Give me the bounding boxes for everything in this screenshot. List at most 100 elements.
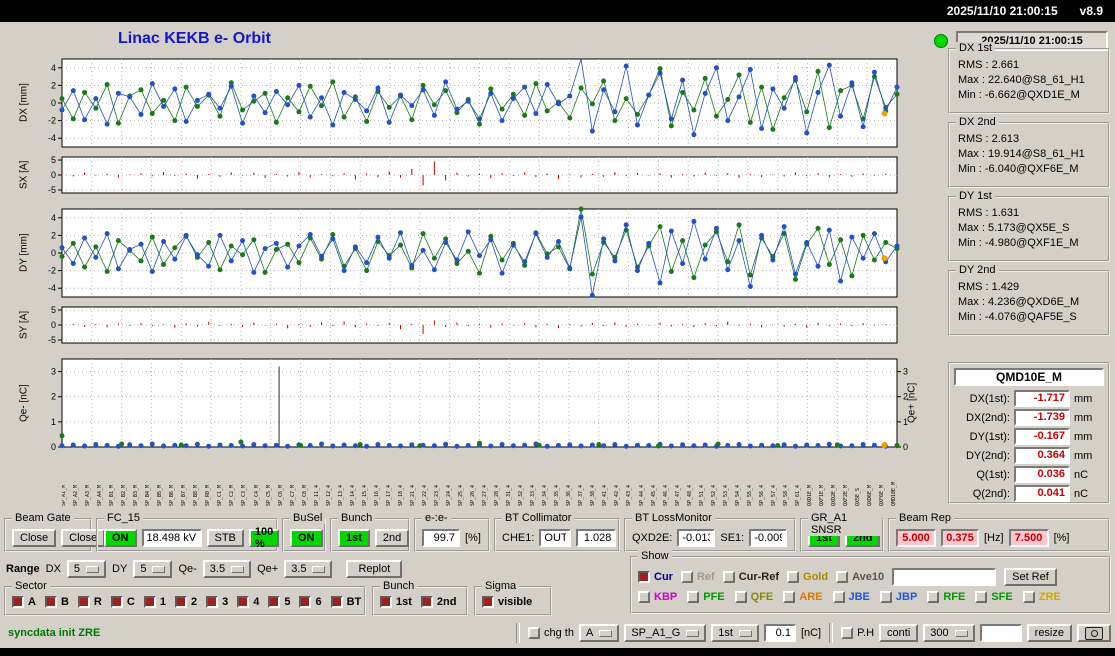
sector-b-checkbox[interactable]: [44, 596, 57, 608]
show-jbp-checkbox[interactable]: [879, 591, 892, 603]
show-cur-ref-checkbox[interactable]: [722, 571, 735, 583]
beam-rep-field-1[interactable]: [896, 529, 936, 547]
range-dy-dropdown[interactable]: 5: [133, 560, 173, 578]
fc15-kv-field[interactable]: [141, 529, 202, 547]
show-gold[interactable]: Gold: [787, 571, 828, 583]
show-qfe[interactable]: QFE: [734, 591, 773, 603]
show-gold-checkbox[interactable]: [787, 571, 800, 583]
show-zre-checkbox[interactable]: [1022, 591, 1035, 603]
extra-field[interactable]: [979, 624, 1022, 642]
sector-c-checkbox[interactable]: [110, 596, 123, 608]
sector-5[interactable]: 5: [268, 596, 290, 608]
sector-2[interactable]: 2: [174, 596, 197, 608]
sector-6-checkbox[interactable]: [299, 596, 312, 608]
threshold-field[interactable]: [763, 624, 796, 642]
sector-c[interactable]: C: [110, 596, 135, 608]
sector-b[interactable]: B: [44, 596, 69, 608]
range-dx-dropdown[interactable]: 5: [66, 560, 107, 578]
fc15-group: FC_15 ON STB 100 %: [96, 512, 280, 552]
monitor-select-dropdown[interactable]: SP_A1_G: [624, 624, 707, 642]
bunch-select-dropdown[interactable]: 1st: [711, 624, 759, 642]
show-zre[interactable]: ZRE: [1022, 591, 1061, 603]
bunch-1st-button[interactable]: 1st: [338, 529, 370, 547]
show-kbp[interactable]: KBP: [638, 591, 677, 603]
sigma-visible-checkbox[interactable]: [482, 596, 494, 608]
fc15-on-button[interactable]: ON: [104, 529, 137, 547]
sector-6[interactable]: 6: [299, 596, 322, 608]
bunch-1st-checkbox[interactable]: [380, 596, 392, 608]
show-pfe[interactable]: PFE: [687, 591, 725, 603]
show-kbp-checkbox[interactable]: [638, 591, 650, 603]
beam-rep-field-3[interactable]: [1008, 529, 1049, 547]
ref-file-input[interactable]: [892, 568, 997, 586]
dropdown-indicator-icon: [738, 629, 752, 637]
busel-on-button[interactable]: ON: [290, 529, 323, 547]
show-cur-checkbox[interactable]: [638, 571, 650, 583]
sector-r[interactable]: R: [77, 596, 102, 608]
sector-select-dropdown[interactable]: A: [578, 624, 620, 642]
show-cur[interactable]: Cur: [638, 571, 673, 583]
bpm-label: SP_36_4: [566, 484, 573, 506]
show-rfe-checkbox[interactable]: [927, 591, 940, 603]
ph-toggle[interactable]: P.H: [841, 627, 874, 639]
show-jbe-checkbox[interactable]: [832, 591, 845, 603]
beam-rep-field-2[interactable]: [941, 529, 979, 547]
sector-3[interactable]: 3: [206, 596, 228, 608]
bpm-label: SP_22_4: [421, 484, 428, 506]
show-ave10-checkbox[interactable]: [836, 571, 849, 583]
show-are[interactable]: ARE: [783, 591, 823, 603]
dx-1st-stats-panel: DX 1st RMS : 2.661 Max : 22.640@S8_61_H1…: [948, 42, 1110, 114]
sector-bt-checkbox[interactable]: [330, 596, 343, 608]
sector-a[interactable]: A: [12, 596, 36, 608]
sigma-visible[interactable]: visible: [482, 596, 532, 608]
sector-bt[interactable]: BT: [330, 596, 361, 608]
beam-gate-close-button-1[interactable]: Close: [12, 529, 57, 547]
sector-a-checkbox[interactable]: [12, 596, 24, 608]
range-qe-plus-dropdown[interactable]: 3.5: [284, 560, 333, 578]
qxd2e-loss-field[interactable]: [677, 529, 716, 547]
show-are-checkbox[interactable]: [783, 591, 796, 603]
resize-button[interactable]: resize: [1026, 624, 1072, 642]
fc15-stb-button[interactable]: STB: [206, 529, 244, 547]
se1-loss-field[interactable]: [749, 529, 788, 547]
show-sfe-checkbox[interactable]: [975, 591, 988, 603]
bunch-2nd[interactable]: 2nd: [420, 596, 456, 608]
chg-th-checkbox[interactable]: [528, 627, 541, 639]
sector-2-checkbox[interactable]: [174, 596, 187, 608]
sector-5-checkbox[interactable]: [268, 596, 281, 608]
show-sfe[interactable]: SFE: [975, 591, 1013, 603]
show-jbe[interactable]: JBE: [832, 591, 870, 603]
show-rfe[interactable]: RFE: [927, 591, 965, 603]
bunch-2nd-button[interactable]: 2nd: [374, 529, 410, 547]
che1-value-field[interactable]: [576, 529, 617, 547]
sector-4-checkbox[interactable]: [237, 596, 250, 608]
sector-4[interactable]: 4: [237, 596, 259, 608]
screenshot-button[interactable]: [1077, 624, 1111, 642]
interval-dropdown[interactable]: 300: [923, 624, 975, 642]
che1-state-field[interactable]: [539, 529, 572, 547]
q-plot-canvas: 01230123: [51, 358, 908, 450]
sector-3-checkbox[interactable]: [206, 596, 219, 608]
bpm-label: QXF6E_M: [879, 484, 886, 506]
range-qe-minus-dropdown[interactable]: 3.5: [202, 560, 252, 578]
sector-1[interactable]: 1: [143, 596, 166, 608]
replot-button[interactable]: Replot: [346, 560, 403, 578]
conti-button[interactable]: conti: [879, 624, 919, 642]
bunch-2nd-checkbox[interactable]: [420, 596, 433, 608]
show-qfe-checkbox[interactable]: [734, 591, 747, 603]
show-ave10[interactable]: Ave10: [836, 571, 884, 583]
show-ref-checkbox[interactable]: [680, 571, 693, 583]
sector-1-checkbox[interactable]: [143, 596, 156, 608]
sector-r-checkbox[interactable]: [77, 596, 90, 608]
set-ref-button[interactable]: Set Ref: [1004, 568, 1057, 586]
ee-ratio-field[interactable]: [422, 529, 460, 547]
bpm-label: SP_C3_M: [241, 484, 248, 506]
show-jbp[interactable]: JBP: [879, 591, 917, 603]
bunch-1st[interactable]: 1st: [380, 596, 412, 608]
show-ref[interactable]: Ref: [680, 571, 715, 583]
ph-checkbox[interactable]: [841, 627, 854, 639]
show-cur-ref[interactable]: Cur-Ref: [722, 571, 779, 583]
titlebar-version: v8.9: [1079, 4, 1103, 18]
chg-th-toggle[interactable]: chg th: [528, 627, 574, 639]
show-pfe-checkbox[interactable]: [687, 591, 700, 603]
